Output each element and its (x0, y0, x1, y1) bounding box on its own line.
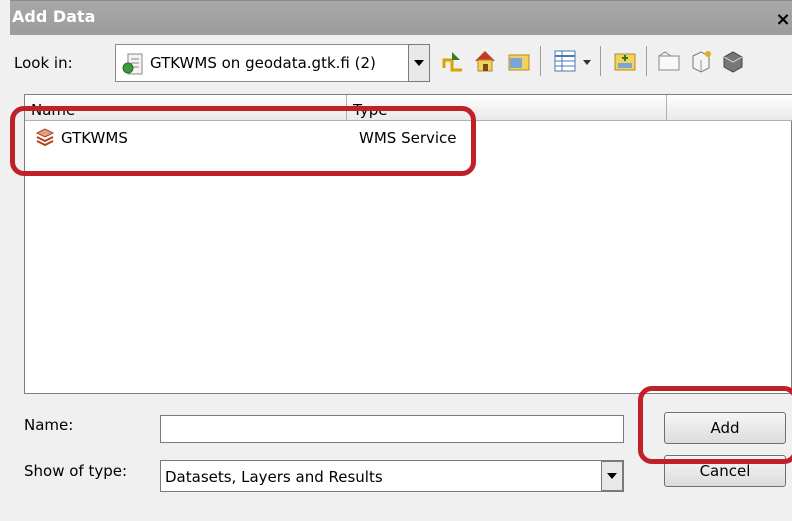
up-one-level-icon[interactable] (440, 48, 466, 74)
show-of-type-dropdown[interactable]: Datasets, Layers and Results (160, 460, 624, 492)
connect-to-folder-icon[interactable] (506, 48, 532, 74)
list-item[interactable]: GTKWMS WMS Service (25, 125, 765, 151)
new-folder-icon[interactable] (656, 48, 682, 74)
title-bar[interactable]: Add Data × (10, 0, 792, 35)
toolbar-separator (600, 46, 601, 76)
toolbar-separator (646, 46, 647, 76)
window-left-border (0, 0, 10, 521)
wms-service-icon (35, 128, 55, 147)
chevron-down-icon[interactable] (580, 48, 594, 74)
wms-connection-icon (122, 53, 143, 75)
window-title: Add Data (12, 7, 96, 26)
look-in-label: Look in: (14, 54, 73, 72)
chevron-down-icon[interactable] (601, 461, 623, 491)
toolbar-separator (540, 46, 541, 76)
file-list[interactable]: Name Type GTKWMS WMS Service (24, 94, 792, 394)
view-options-icon[interactable] (552, 48, 578, 74)
look-in-dropdown[interactable]: GTKWMS on geodata.gtk.fi (2) (115, 44, 430, 82)
column-header-type[interactable]: Type (347, 95, 667, 121)
look-in-value: GTKWMS on geodata.gtk.fi (2) (150, 54, 376, 72)
cancel-button[interactable]: Cancel (664, 455, 786, 487)
add-connection-icon[interactable] (612, 48, 638, 74)
list-item-type: WMS Service (359, 129, 457, 147)
name-field[interactable] (160, 415, 624, 443)
add-button[interactable]: Add (664, 412, 786, 444)
column-header-empty (667, 95, 792, 121)
list-item-name: GTKWMS (61, 129, 128, 147)
column-header-name[interactable]: Name (25, 95, 347, 121)
catalog-icon[interactable] (720, 48, 746, 74)
close-button[interactable]: × (774, 9, 792, 31)
chevron-down-icon[interactable] (408, 44, 430, 82)
show-of-type-label: Show of type: (24, 462, 128, 480)
name-label: Name: (24, 416, 74, 434)
home-icon[interactable] (472, 48, 498, 74)
new-item-icon[interactable] (688, 48, 714, 74)
show-of-type-value: Datasets, Layers and Results (165, 468, 383, 486)
